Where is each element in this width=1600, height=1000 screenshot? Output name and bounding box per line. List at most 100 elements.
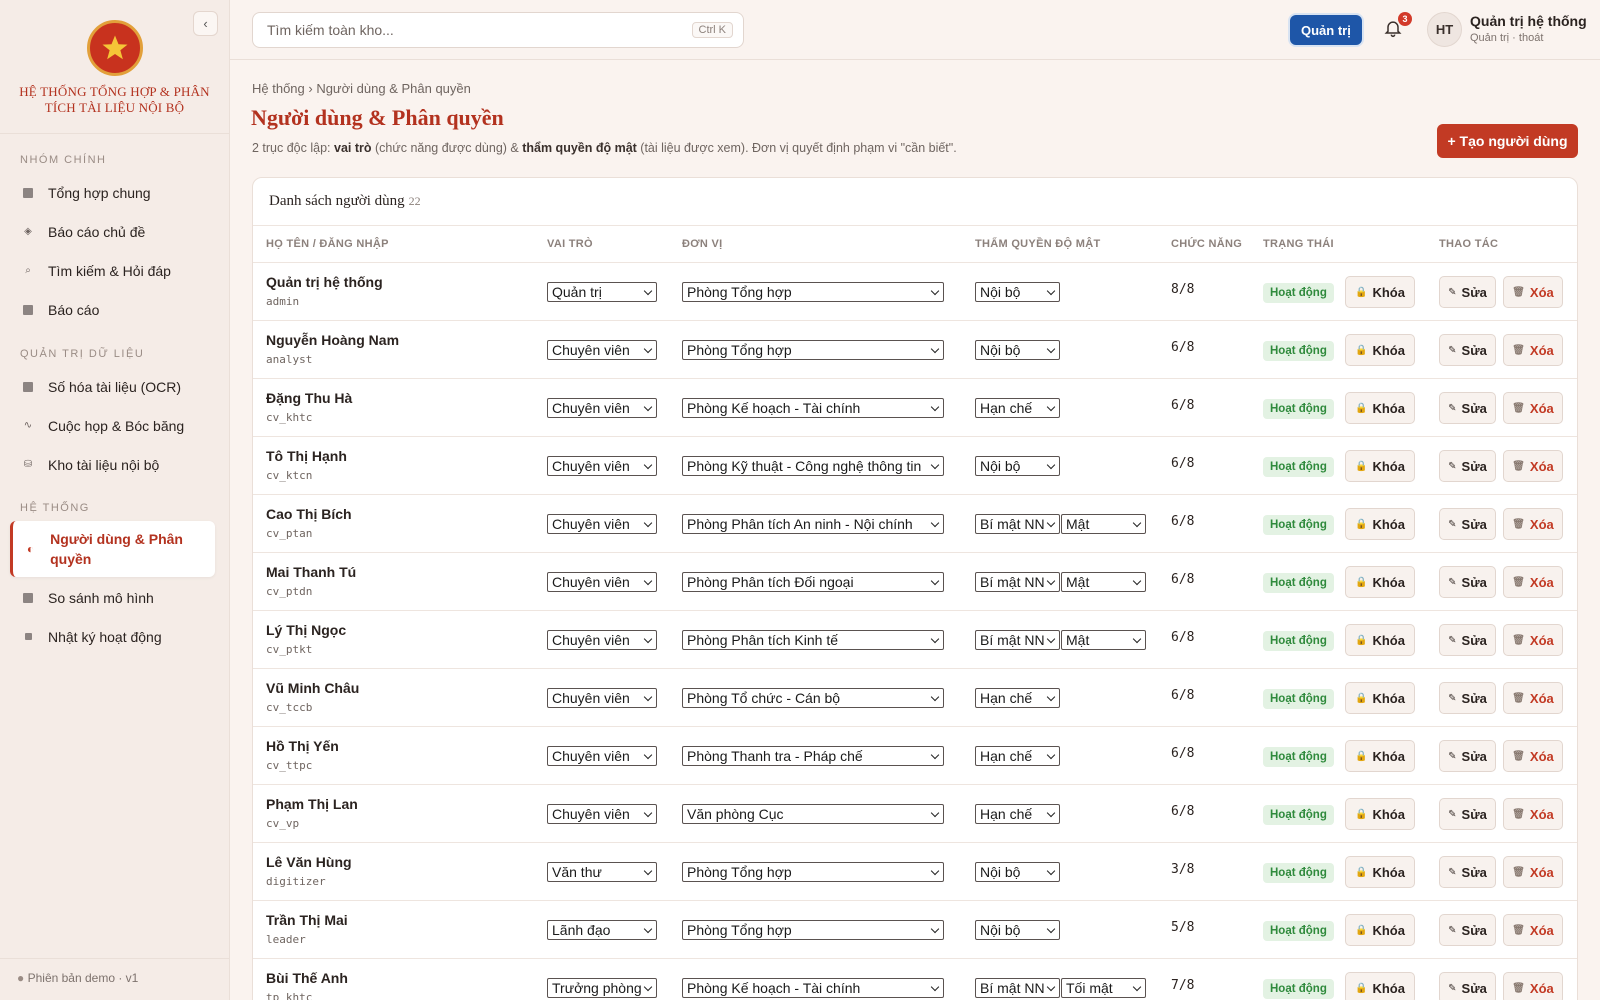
edit-button[interactable]: ✎ Sửa — [1439, 682, 1496, 714]
unit-select[interactable]: Phòng Tổng hợp — [682, 920, 944, 940]
lock-button[interactable]: 🔒 Khóa — [1345, 740, 1415, 772]
user-role-logout[interactable]: Quản trị · thoát — [1470, 32, 1543, 44]
edit-button[interactable]: ✎ Sửa — [1439, 508, 1496, 540]
role-select[interactable]: Chuyên viên — [547, 340, 657, 360]
edit-button[interactable]: ✎ Sửa — [1439, 740, 1496, 772]
unit-select[interactable]: Phòng Thanh tra - Pháp chế — [682, 746, 944, 766]
unit-select[interactable]: Phòng Kế hoạch - Tài chính — [682, 398, 944, 418]
lock-button[interactable]: 🔒 Khóa — [1345, 914, 1415, 946]
clearance-select[interactable]: Bí mật NN — [975, 572, 1060, 592]
clearance-select[interactable]: Hạn chế — [975, 398, 1060, 418]
edit-button[interactable]: ✎ Sửa — [1439, 914, 1496, 946]
sidebar-item-meetings[interactable]: ∿ Cuộc họp & Bóc băng — [0, 406, 230, 445]
sidebar-item-reports[interactable]: Báo cáo — [0, 290, 230, 329]
clearance-select[interactable]: Nội bộ — [975, 456, 1060, 476]
delete-button[interactable]: 🗑 Xóa — [1503, 276, 1563, 308]
delete-button[interactable]: 🗑 Xóa — [1503, 566, 1563, 598]
unit-select[interactable]: Phòng Phân tích Đối ngoại — [682, 572, 944, 592]
edit-button[interactable]: ✎ Sửa — [1439, 392, 1496, 424]
lock-button[interactable]: 🔒 Khóa — [1345, 798, 1415, 830]
edit-button[interactable]: ✎ Sửa — [1439, 450, 1496, 482]
unit-select[interactable]: Phòng Phân tích An ninh - Nội chính — [682, 514, 944, 534]
role-select[interactable]: Chuyên viên — [547, 514, 657, 534]
clearance-select[interactable]: Bí mật NN — [975, 630, 1060, 650]
delete-button[interactable]: 🗑 Xóa — [1503, 856, 1563, 888]
role-select[interactable]: Trưởng phòng — [547, 978, 657, 998]
role-select[interactable]: Chuyên viên — [547, 630, 657, 650]
lock-button[interactable]: 🔒 Khóa — [1345, 334, 1415, 366]
lock-button[interactable]: 🔒 Khóa — [1345, 566, 1415, 598]
unit-select[interactable]: Phòng Tổng hợp — [682, 340, 944, 360]
sidebar-item-search-qa[interactable]: ⌕ Tìm kiếm & Hỏi đáp — [0, 251, 230, 290]
delete-button[interactable]: 🗑 Xóa — [1503, 972, 1563, 1000]
classification-select[interactable]: Mật — [1061, 630, 1146, 650]
lock-button[interactable]: 🔒 Khóa — [1345, 508, 1415, 540]
unit-select[interactable]: Văn phòng Cục — [682, 804, 944, 824]
lock-button[interactable]: 🔒 Khóa — [1345, 392, 1415, 424]
clearance-select[interactable]: Nội bộ — [975, 862, 1060, 882]
clearance-select[interactable]: Hạn chế — [975, 746, 1060, 766]
sidebar-item-model-compare[interactable]: So sánh mô hình — [0, 578, 230, 617]
delete-button[interactable]: 🗑 Xóa — [1503, 624, 1563, 656]
role-select[interactable]: Chuyên viên — [547, 804, 657, 824]
clearance-select[interactable]: Nội bộ — [975, 920, 1060, 940]
role-select[interactable]: Chuyên viên — [547, 572, 657, 592]
edit-button[interactable]: ✎ Sửa — [1439, 276, 1496, 308]
edit-button[interactable]: ✎ Sửa — [1439, 972, 1496, 1000]
create-user-button[interactable]: + Tạo người dùng — [1437, 124, 1578, 158]
collapse-sidebar-button[interactable]: ‹ — [193, 11, 218, 36]
role-select[interactable]: Chuyên viên — [547, 456, 657, 476]
user-login: leader — [266, 933, 306, 946]
clearance-select[interactable]: Nội bộ — [975, 340, 1060, 360]
delete-button[interactable]: 🗑 Xóa — [1503, 798, 1563, 830]
unit-select[interactable]: Phòng Phân tích Kinh tế — [682, 630, 944, 650]
edit-button[interactable]: ✎ Sửa — [1439, 856, 1496, 888]
classification-select[interactable]: Mật — [1061, 572, 1146, 592]
lock-button[interactable]: 🔒 Khóa — [1345, 450, 1415, 482]
clearance-select[interactable]: Bí mật NN — [975, 514, 1060, 534]
edit-button[interactable]: ✎ Sửa — [1439, 334, 1496, 366]
delete-button[interactable]: 🗑 Xóa — [1503, 682, 1563, 714]
unit-select[interactable]: Phòng Tổ chức - Cán bộ — [682, 688, 944, 708]
edit-button[interactable]: ✎ Sửa — [1439, 798, 1496, 830]
sidebar-item-topic-reports[interactable]: ◈ Báo cáo chủ đề — [0, 212, 230, 251]
edit-button[interactable]: ✎ Sửa — [1439, 624, 1496, 656]
role-select[interactable]: Quản trị — [547, 282, 657, 302]
lock-button[interactable]: 🔒 Khóa — [1345, 972, 1415, 1000]
unit-select[interactable]: Phòng Kỹ thuật - Công nghệ thông tin — [682, 456, 944, 476]
lock-button[interactable]: 🔒 Khóa — [1345, 276, 1415, 308]
delete-button[interactable]: 🗑 Xóa — [1503, 914, 1563, 946]
search-input[interactable]: Tìm kiếm toàn kho... Ctrl K — [252, 12, 744, 48]
sidebar-item-archive[interactable]: ⛁ Kho tài liệu nội bộ — [0, 445, 230, 484]
sidebar-item-users[interactable]: ◐ Người dùng & Phân quyền — [10, 521, 215, 577]
role-select[interactable]: Chuyên viên — [547, 746, 657, 766]
unit-select[interactable]: Phòng Tổng hợp — [682, 282, 944, 302]
lock-button[interactable]: 🔒 Khóa — [1345, 624, 1415, 656]
edit-button[interactable]: ✎ Sửa — [1439, 566, 1496, 598]
edit-label: Sửa — [1461, 980, 1487, 996]
unit-select[interactable]: Phòng Kế hoạch - Tài chính — [682, 978, 944, 998]
role-select[interactable]: Văn thư — [547, 862, 657, 882]
sidebar-item-overview[interactable]: Tổng hợp chung — [0, 173, 230, 212]
role-select[interactable]: Chuyên viên — [547, 688, 657, 708]
delete-button[interactable]: 🗑 Xóa — [1503, 392, 1563, 424]
delete-button[interactable]: 🗑 Xóa — [1503, 334, 1563, 366]
role-select[interactable]: Chuyên viên — [547, 398, 657, 418]
lock-button[interactable]: 🔒 Khóa — [1345, 682, 1415, 714]
delete-button[interactable]: 🗑 Xóa — [1503, 740, 1563, 772]
delete-button[interactable]: 🗑 Xóa — [1503, 450, 1563, 482]
classification-select[interactable]: Tối mật — [1061, 978, 1146, 998]
classification-select[interactable]: Mật — [1061, 514, 1146, 534]
clearance-select[interactable]: Hạn chế — [975, 804, 1060, 824]
unit-select[interactable]: Phòng Tổng hợp — [682, 862, 944, 882]
role-select[interactable]: Lãnh đạo — [547, 920, 657, 940]
delete-button[interactable]: 🗑 Xóa — [1503, 508, 1563, 540]
clearance-select[interactable]: Bí mật NN — [975, 978, 1060, 998]
lock-button[interactable]: 🔒 Khóa — [1345, 856, 1415, 888]
role-switch-button[interactable]: Quản trị — [1290, 15, 1362, 45]
clearance-select[interactable]: Hạn chế — [975, 688, 1060, 708]
avatar[interactable]: HT — [1427, 12, 1462, 47]
sidebar-item-ocr[interactable]: Số hóa tài liệu (OCR) — [0, 367, 230, 406]
sidebar-item-activity-log[interactable]: Nhật ký hoạt động — [0, 617, 230, 656]
clearance-select[interactable]: Nội bộ — [975, 282, 1060, 302]
